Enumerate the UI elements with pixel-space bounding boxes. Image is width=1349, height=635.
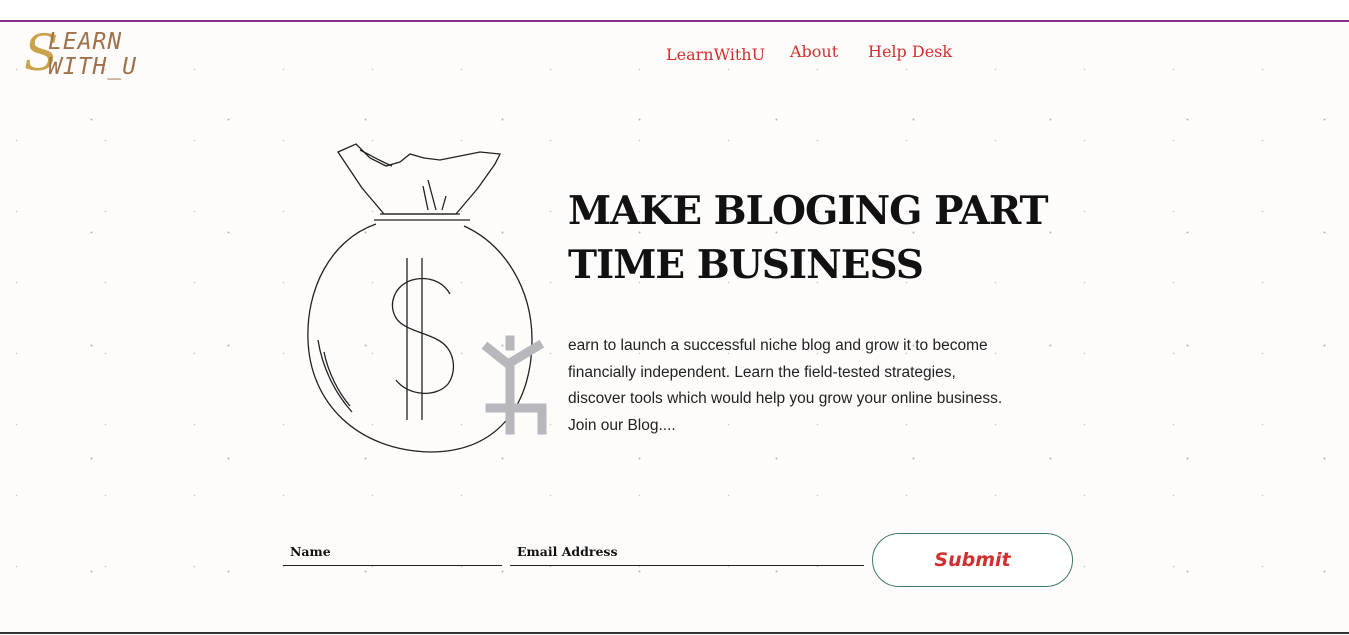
email-input[interactable]: [510, 538, 864, 565]
nav-item-about[interactable]: About: [790, 42, 838, 61]
main-nav: LearnWithU About Help Desk: [0, 42, 1349, 66]
hero-description: earn to launch a successful niche blog a…: [568, 333, 1048, 439]
top-border: [0, 20, 1349, 22]
hero-description-line-3: discover tools which would help you grow…: [568, 390, 1003, 407]
email-field-wrapper: [510, 538, 864, 566]
bottom-border: [0, 632, 1349, 634]
name-field-wrapper: [283, 538, 502, 566]
hero-headline: MAKE BLOGING PART TIME BUSINESS: [568, 184, 1088, 292]
hero-headline-line-2: TIME BUSINESS: [568, 242, 924, 288]
name-input[interactable]: [283, 538, 502, 565]
submit-button[interactable]: Submit: [872, 533, 1073, 587]
nav-item-learnwithu[interactable]: LearnWithU: [666, 45, 765, 64]
hero-description-line-1: earn to launch a successful niche blog a…: [568, 337, 988, 354]
money-bag-icon: [307, 143, 547, 453]
hero-description-line-4: Join our Blog....: [568, 416, 676, 434]
hero-headline-line-1: MAKE BLOGING PART: [568, 188, 1049, 234]
nav-item-help-desk[interactable]: Help Desk: [868, 42, 952, 61]
hero-description-line-2: financially independent. Learn the field…: [568, 363, 956, 381]
